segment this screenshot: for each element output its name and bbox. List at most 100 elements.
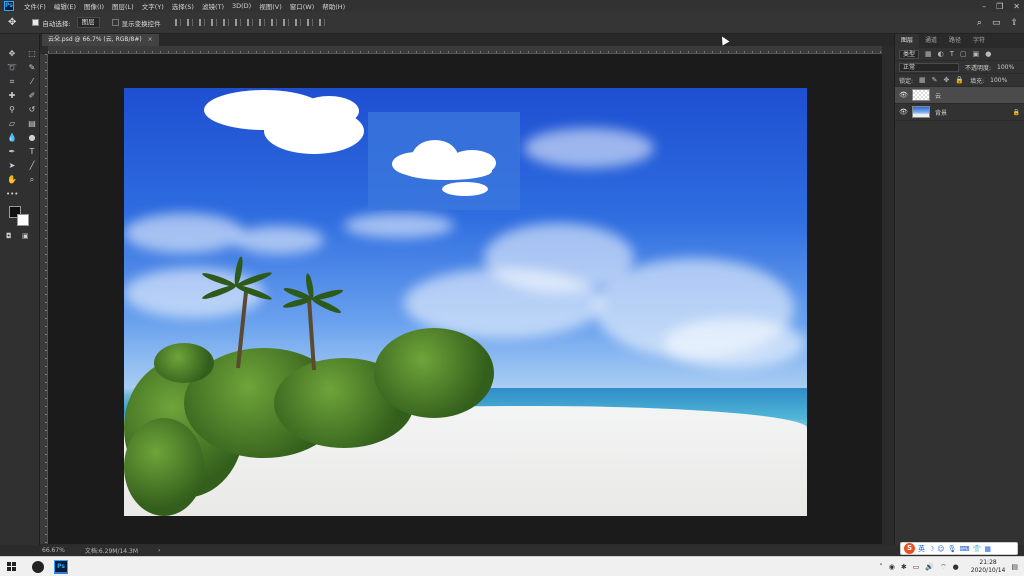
align-left-icon[interactable] <box>210 19 217 26</box>
tray-app-icon[interactable]: ● <box>953 563 959 571</box>
distribute-right-icon[interactable] <box>306 19 313 26</box>
stamp-icon[interactable]: ⚲ <box>3 104 21 116</box>
eraser-icon[interactable]: ▱ <box>3 118 21 130</box>
ruler-horizontal[interactable] <box>48 46 882 54</box>
tray-bluetooth-icon[interactable]: ✱ <box>901 563 907 571</box>
close-icon[interactable]: ✕ <box>1013 2 1020 11</box>
filter-smart-icon[interactable]: ▣ <box>973 50 980 58</box>
tray-wifi-icon[interactable]: ⌔ <box>940 563 947 572</box>
layer-row-background[interactable]: 👁 背景 🔒 <box>895 104 1024 121</box>
menu-filter[interactable]: 滤镜(T) <box>202 1 224 11</box>
show-transform-checkbox[interactable] <box>111 19 119 26</box>
opacity-value[interactable]: 100% <box>997 64 1014 71</box>
align-vcenter-icon[interactable] <box>186 19 193 26</box>
eye-icon[interactable]: 👁 <box>899 91 908 99</box>
healing-icon[interactable]: ✚ <box>3 90 21 102</box>
lock-position-icon[interactable]: ✥ <box>944 76 950 84</box>
zoom-level[interactable]: 66.67% <box>42 547 65 554</box>
more-tools-icon[interactable]: ••• <box>6 190 18 198</box>
auto-select-target-dropdown[interactable]: 图层 <box>76 17 100 28</box>
menu-view[interactable]: 视图(V) <box>259 1 282 11</box>
align-bottom-icon[interactable] <box>198 19 205 26</box>
auto-select-checkbox[interactable] <box>32 19 40 26</box>
canvas-area[interactable] <box>48 54 882 544</box>
distribute-vcenter-icon[interactable] <box>258 19 265 26</box>
move-icon[interactable]: ✥ <box>3 48 21 60</box>
status-arrow-icon[interactable]: › <box>158 547 160 554</box>
align-hcenter-icon[interactable] <box>222 19 229 26</box>
quick-mask-icon[interactable]: ◘ <box>6 232 12 240</box>
ime-skin-icon[interactable]: 👕 <box>973 545 982 553</box>
move-tool-icon[interactable]: ✥ <box>8 17 16 28</box>
auto-align-icon[interactable] <box>318 19 325 26</box>
screen-mode-icon[interactable]: ▣ <box>22 232 29 240</box>
filter-toggle-icon[interactable]: ● <box>985 50 991 58</box>
filter-adjust-icon[interactable]: ◐ <box>938 50 944 58</box>
quick-select-icon[interactable]: ✎ <box>23 62 41 74</box>
blend-mode-dropdown[interactable]: 正常 <box>899 62 959 72</box>
ime-tools-icon[interactable]: ▦ <box>984 545 991 553</box>
background-color-swatch[interactable] <box>17 214 29 226</box>
ime-keyboard-icon[interactable]: ⌨ <box>959 545 969 553</box>
menu-edit[interactable]: 编辑(E) <box>54 1 76 11</box>
tab-channels[interactable]: 通道 <box>919 34 943 48</box>
layer-row-cloud[interactable]: 👁 云 <box>895 87 1024 104</box>
distribute-left-icon[interactable] <box>282 19 289 26</box>
ime-emoji-icon[interactable]: ☺ <box>937 545 944 553</box>
crop-icon[interactable]: ⌗ <box>3 76 21 88</box>
lock-transparent-icon[interactable]: ▦ <box>919 76 926 84</box>
tray-network-icon[interactable]: ◉ <box>889 563 895 571</box>
tray-expand-icon[interactable]: ˄ <box>879 563 883 571</box>
path-select-icon[interactable]: ➤ <box>3 160 21 172</box>
tab-paths[interactable]: 路径 <box>943 34 967 48</box>
menu-layer[interactable]: 图层(L) <box>112 1 134 11</box>
start-button-icon[interactable] <box>7 562 16 571</box>
menu-window[interactable]: 窗口(W) <box>290 1 315 11</box>
pen-icon[interactable]: ✒ <box>3 146 21 158</box>
gradient-icon[interactable]: ▤ <box>23 118 41 130</box>
taskbar-photoshop-icon[interactable]: Ps <box>54 559 68 574</box>
lock-icon[interactable]: 🔒 <box>1013 109 1020 116</box>
beach-photo-canvas[interactable] <box>124 88 807 516</box>
tab-character[interactable]: 字符 <box>967 34 991 48</box>
blur-icon[interactable]: 💧 <box>3 132 21 144</box>
close-tab-icon[interactable]: × <box>148 36 153 43</box>
ime-punct-icon[interactable]: ☽ <box>928 545 934 553</box>
search-icon[interactable]: ⌕ <box>977 18 982 28</box>
align-right-icon[interactable] <box>234 19 241 26</box>
lock-all-icon[interactable]: 🔒 <box>955 76 964 84</box>
menu-image[interactable]: 图像(I) <box>84 1 104 11</box>
shape-icon[interactable]: ╱ <box>23 160 41 172</box>
cloud-layer-content[interactable] <box>368 112 520 210</box>
ruler-vertical[interactable] <box>40 54 48 544</box>
brush-icon[interactable]: ✐ <box>23 90 41 102</box>
filter-type-icon[interactable]: T <box>950 50 954 58</box>
history-brush-icon[interactable]: ↺ <box>23 104 41 116</box>
distribute-bottom-icon[interactable] <box>270 19 277 26</box>
lock-pixels-icon[interactable]: ✎ <box>932 76 938 84</box>
marquee-icon[interactable]: ⬚ <box>23 48 41 60</box>
zoom-icon[interactable]: ⌕ <box>23 174 41 186</box>
minimize-icon[interactable]: – <box>982 2 986 11</box>
restore-icon[interactable]: ❐ <box>996 2 1003 11</box>
workspace-icon[interactable]: ▭ <box>992 18 1001 28</box>
distribute-top-icon[interactable] <box>246 19 253 26</box>
eye-icon[interactable]: 👁 <box>899 108 908 116</box>
tab-layers[interactable]: 图层 <box>895 34 920 48</box>
filter-shape-icon[interactable]: ▢ <box>960 50 967 58</box>
align-top-icon[interactable] <box>174 19 181 26</box>
ime-voice-icon[interactable]: 🎙 <box>948 545 957 553</box>
kind-filter-dropdown[interactable]: 类型 <box>899 49 920 59</box>
filter-pixel-icon[interactable]: ▦ <box>925 50 932 58</box>
sogou-logo[interactable]: S <box>904 543 915 554</box>
document-tab[interactable]: 云朵.psd @ 66.7% (云, RGB/8#) × <box>42 34 159 46</box>
dodge-icon[interactable]: ● <box>23 132 41 144</box>
document-info[interactable]: 文档:6.29M/14.3M <box>85 546 138 555</box>
ime-mode[interactable]: 英 <box>918 544 925 554</box>
tray-display-icon[interactable]: ▭ <box>913 563 920 571</box>
menu-select[interactable]: 选择(S) <box>172 1 194 11</box>
clock[interactable]: 21:28 2020/10/14 <box>971 559 1006 575</box>
taskbar-app-icon[interactable] <box>32 560 44 573</box>
fill-value[interactable]: 100% <box>990 77 1007 84</box>
menu-type[interactable]: 文字(Y) <box>142 1 164 11</box>
